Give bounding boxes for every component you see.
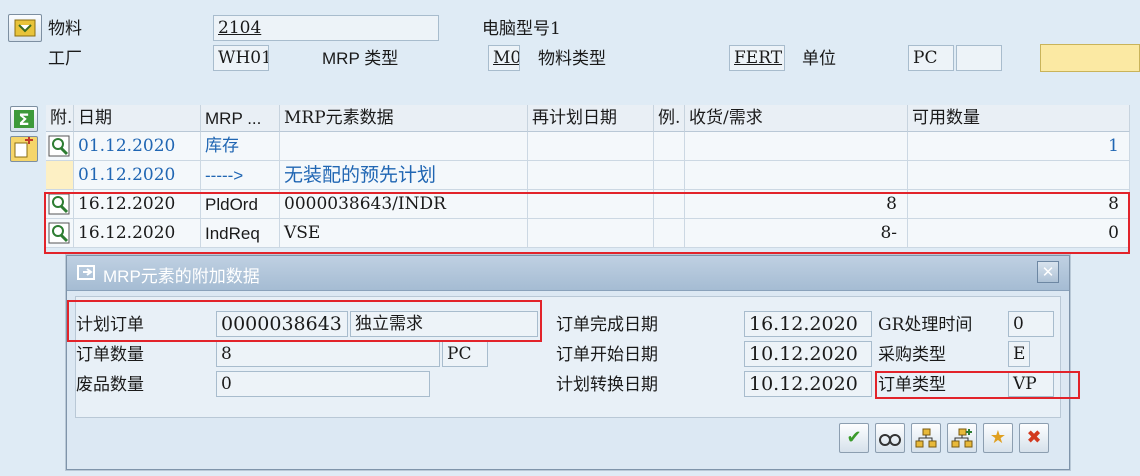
procurement-type-field[interactable]: E	[1008, 341, 1030, 367]
table-row-available: 0	[908, 219, 1130, 248]
table-row-available	[908, 161, 1130, 190]
order-type-field[interactable]: VP	[1008, 371, 1054, 397]
favorite-star-icon[interactable]: ★	[983, 423, 1013, 453]
table-row-exception	[654, 161, 685, 190]
planned-order-text-field[interactable]: 独立需求	[350, 311, 538, 337]
table-row-replan	[528, 161, 654, 190]
svg-text:Σ: Σ	[19, 110, 30, 129]
order-qty-field[interactable]: 8	[216, 341, 440, 367]
order-qty-label: 订单数量	[76, 345, 144, 365]
row-placeholder-cell	[46, 161, 74, 190]
col-header-date[interactable]: 日期	[74, 105, 201, 132]
close-icon[interactable]: ✕	[1037, 261, 1059, 283]
planned-order-label: 计划订单	[76, 315, 144, 335]
mrp-type-field[interactable]: M0	[488, 45, 520, 71]
computer-model-text: 电脑型号1	[482, 19, 561, 39]
table-row-data: 0000038643/INDR	[280, 190, 528, 219]
row-detail-icon[interactable]	[46, 219, 74, 248]
table-row-replan	[528, 190, 654, 219]
planned-order-field[interactable]: 0000038643	[216, 311, 348, 337]
unit-field[interactable]: PC	[908, 45, 954, 71]
sum-icon[interactable]: Σ	[10, 106, 38, 132]
table-row-data: VSE	[280, 219, 528, 248]
table-row-date: 01.12.2020	[74, 132, 201, 161]
col-header-receipt-req[interactable]: 收货/需求	[685, 105, 908, 132]
row-detail-icon[interactable]	[46, 190, 74, 219]
display-glasses-icon[interactable]	[875, 423, 905, 453]
mrp-type-label: MRP 类型	[322, 49, 399, 68]
col-header-mrp-data[interactable]: MRP元素数据	[280, 105, 528, 132]
table-row-qty	[685, 161, 908, 190]
col-header-replan-date[interactable]: 再计划日期	[528, 105, 654, 132]
material-label: 物料	[48, 19, 82, 39]
table-row-qty	[685, 132, 908, 161]
order-qty-unit-field[interactable]: PC	[442, 341, 488, 367]
table-row-date: 16.12.2020	[74, 219, 201, 248]
start-date-field[interactable]: 10.12.2020	[744, 341, 872, 367]
table-row-data: 无装配的预先计划	[280, 161, 528, 190]
table-row-date: 01.12.2020	[74, 161, 201, 190]
convert-date-label: 计划转换日期	[556, 375, 658, 395]
gr-time-field[interactable]: 0	[1008, 311, 1054, 337]
finish-date-field[interactable]: 16.12.2020	[744, 311, 872, 337]
material-field[interactable]: 2104	[213, 15, 439, 41]
gr-time-label: GR处理时间	[878, 315, 973, 335]
start-date-label: 订单开始日期	[556, 345, 658, 365]
col-header-available-qty[interactable]: 可用数量	[908, 105, 1130, 132]
table-row-available: 1	[908, 132, 1130, 161]
col-header-attach[interactable]: 附.	[46, 105, 74, 132]
table-row-available: 8	[908, 190, 1130, 219]
scrap-qty-label: 废品数量	[76, 375, 144, 395]
table-row-mrp: ----->	[201, 161, 280, 190]
traffic-light-field	[1040, 44, 1140, 72]
material-type-label: 物料类型	[538, 49, 606, 69]
material-toggle-icon[interactable]	[8, 14, 42, 42]
col-header-exception[interactable]: 例.	[654, 105, 685, 132]
confirm-icon[interactable]: ✔	[839, 423, 869, 453]
convert-date-field[interactable]: 10.12.2020	[744, 371, 872, 397]
row-detail-icon[interactable]	[46, 132, 74, 161]
scrap-qty-field[interactable]: 0	[216, 371, 430, 397]
table-row-date: 16.12.2020	[74, 190, 201, 219]
table-row-qty: 8	[685, 190, 908, 219]
plant-field[interactable]: WH01	[213, 45, 269, 71]
procurement-type-label: 采购类型	[878, 345, 946, 365]
table-row-exception	[654, 132, 685, 161]
plant-label: 工厂	[48, 49, 82, 69]
order-type-label: 订单类型	[878, 375, 946, 395]
table-row-exception	[654, 219, 685, 248]
new-document-icon[interactable]	[10, 136, 38, 162]
material-type-field[interactable]: FERT	[729, 45, 785, 71]
table-row-data	[280, 132, 528, 161]
unit-extra-field	[956, 45, 1002, 71]
hierarchy-add-icon[interactable]	[947, 423, 977, 453]
table-row-replan	[528, 219, 654, 248]
dialog-body: 计划订单 0000038643 独立需求 订单数量 8 PC 废品数量 0 订单…	[75, 296, 1061, 418]
col-header-mrp[interactable]: MRP ...	[201, 105, 280, 132]
table-row-mrp: PldOrd	[201, 190, 280, 219]
hierarchy-icon[interactable]	[911, 423, 941, 453]
table-row-mrp: 库存	[201, 132, 280, 161]
table-row-mrp: IndReq	[201, 219, 280, 248]
table-row-exception	[654, 190, 685, 219]
dialog-titlebar[interactable]: MRP元素的附加数据 ✕	[67, 256, 1069, 291]
mrp-additional-data-dialog: MRP元素的附加数据 ✕ 计划订单 0000038643 独立需求 订单数量 8…	[66, 255, 1070, 470]
dialog-icon	[77, 264, 97, 287]
cancel-icon[interactable]: ✖	[1019, 423, 1049, 453]
dialog-title: MRP元素的附加数据	[103, 267, 260, 286]
table-row-replan	[528, 132, 654, 161]
finish-date-label: 订单完成日期	[556, 315, 658, 335]
table-row-qty: 8-	[685, 219, 908, 248]
unit-label: 单位	[802, 49, 836, 69]
